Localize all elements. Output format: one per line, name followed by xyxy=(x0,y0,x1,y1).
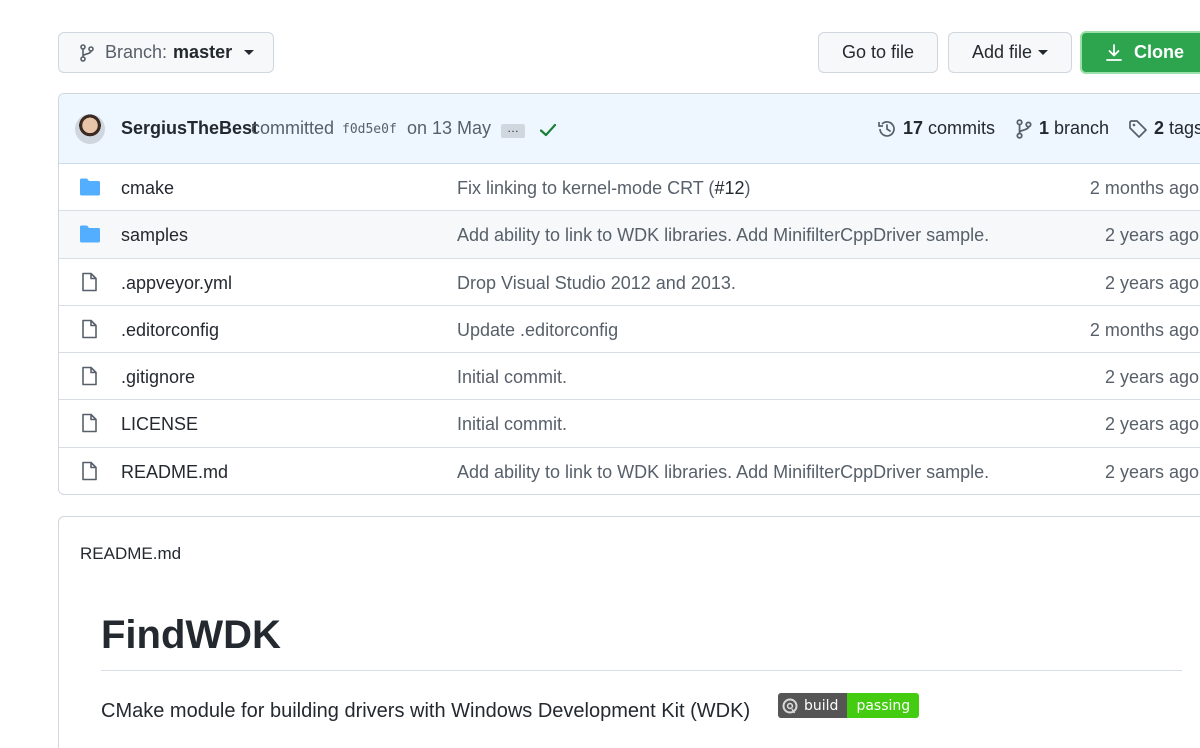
commit-age: 2 months ago xyxy=(1089,178,1199,198)
file-name-link[interactable]: .gitignore xyxy=(121,367,195,388)
clone-label: Clone xyxy=(1134,42,1185,62)
file-rows: cmake Fix linking to kernel-mode CRT (#1… xyxy=(59,164,1200,494)
table-row[interactable]: cmake Fix linking to kernel-mode CRT (#1… xyxy=(59,164,1200,212)
folder-icon xyxy=(80,225,100,243)
appveyor-icon xyxy=(782,698,798,713)
git-branch-icon xyxy=(80,43,94,62)
branch-label: branch xyxy=(1054,118,1110,138)
title-divider xyxy=(101,670,1182,671)
file-name-link[interactable]: README.md xyxy=(121,462,228,483)
tag-icon xyxy=(1129,119,1147,138)
commit-date: on 13 May xyxy=(407,118,492,138)
commit-age: 2 years ago xyxy=(1104,414,1199,435)
file-icon xyxy=(82,461,97,481)
tags-label: tags xyxy=(1169,118,1200,138)
commit-age: 2 years ago xyxy=(1104,367,1199,388)
readme-panel: README.md FindWDK CMake module for build… xyxy=(58,516,1200,748)
tags-link[interactable]: 2 tags xyxy=(1128,118,1200,139)
file-icon xyxy=(82,272,97,291)
branch-count: 1 xyxy=(1039,118,1050,138)
file-name-link[interactable]: LICENSE xyxy=(121,414,198,435)
file-name-link[interactable]: .editorconfig xyxy=(121,320,219,341)
readme-filename: README.md xyxy=(80,544,182,563)
commit-message-text: Fix linking to kernel-mode CRT ( xyxy=(457,178,715,198)
history-icon xyxy=(878,120,895,137)
commit-age: 2 years ago xyxy=(1104,461,1199,482)
file-name-link[interactable]: samples xyxy=(121,225,188,246)
file-name-link[interactable]: cmake xyxy=(121,178,174,199)
expand-commit-message-button[interactable]: … xyxy=(501,122,525,138)
commit-message-link[interactable]: Initial commit. xyxy=(457,414,567,435)
commit-age: 2 months ago xyxy=(1089,319,1199,340)
check-icon[interactable] xyxy=(539,122,557,138)
branches-link[interactable]: 1 branch xyxy=(1015,118,1109,139)
branch-name: master xyxy=(173,42,233,62)
badge-right-label: passing xyxy=(847,693,920,718)
commit-message-link[interactable]: Update .editorconfig xyxy=(457,320,618,341)
build-status-badge[interactable]: build passing xyxy=(778,693,920,718)
download-icon xyxy=(1106,43,1122,61)
readme-description: CMake module for building drivers with W… xyxy=(101,700,751,722)
commit-verb: committed xyxy=(251,118,335,138)
table-row[interactable]: .appveyor.yml Drop Visual Studio 2012 an… xyxy=(59,259,1200,306)
commit-age: 2 years ago xyxy=(1104,225,1199,246)
file-icon xyxy=(82,319,97,339)
badge-left: build xyxy=(778,693,848,718)
commit-message-link[interactable]: Drop Visual Studio 2012 and 2013. xyxy=(457,273,736,294)
pull-request-link[interactable]: #12 xyxy=(714,178,744,198)
avatar[interactable] xyxy=(75,114,105,144)
branch-label: Branch: xyxy=(105,42,168,62)
add-file-label: Add file xyxy=(971,42,1033,62)
commit-sha-link[interactable]: f0d5e0f xyxy=(342,122,397,137)
table-row[interactable]: .gitignore Initial commit. 2 years ago xyxy=(59,353,1200,401)
latest-commit-bar: SergiusTheBest committed f0d5e0f on 13 M… xyxy=(59,94,1200,164)
commit-age: 2 years ago xyxy=(1104,272,1199,293)
commit-message-link[interactable]: Add ability to link to WDK libraries. Ad… xyxy=(457,225,989,246)
table-row[interactable]: README.md Add ability to link to WDK lib… xyxy=(59,448,1200,494)
commit-message-end: ) xyxy=(744,178,751,198)
badge-left-label: build xyxy=(804,697,839,714)
commits-count: 17 xyxy=(903,118,924,138)
go-to-file-button[interactable]: Go to file xyxy=(818,32,938,73)
commits-label: commits xyxy=(928,118,996,138)
commit-message-link[interactable]: Initial commit. xyxy=(457,367,567,388)
git-branch-icon xyxy=(1016,118,1032,139)
commits-link[interactable]: 17 commits xyxy=(877,118,995,139)
table-row[interactable]: .editorconfig Update .editorconfig 2 mon… xyxy=(59,306,1200,354)
chevron-down-icon xyxy=(1038,50,1049,55)
clone-button[interactable]: Clone xyxy=(1080,31,1200,74)
commit-message-link[interactable]: Fix linking to kernel-mode CRT (#12) xyxy=(457,178,750,199)
file-icon xyxy=(82,366,97,386)
folder-icon xyxy=(80,178,100,196)
branch-select-button[interactable]: Branch: master xyxy=(58,32,274,73)
readme-title: FindWDK xyxy=(101,613,281,657)
chevron-down-icon xyxy=(244,50,255,55)
repository-file-list: SergiusTheBest committed f0d5e0f on 13 M… xyxy=(58,93,1200,495)
commit-message-link[interactable]: Add ability to link to WDK libraries. Ad… xyxy=(457,462,989,483)
tags-count: 2 xyxy=(1154,118,1165,138)
commit-author-link[interactable]: SergiusTheBest xyxy=(121,118,258,139)
file-name-link[interactable]: .appveyor.yml xyxy=(121,273,232,294)
table-row[interactable]: samples Add ability to link to WDK libra… xyxy=(59,211,1200,259)
table-row[interactable]: LICENSE Initial commit. 2 years ago xyxy=(59,400,1200,448)
file-icon xyxy=(82,414,97,433)
add-file-button[interactable]: Add file xyxy=(948,32,1072,73)
